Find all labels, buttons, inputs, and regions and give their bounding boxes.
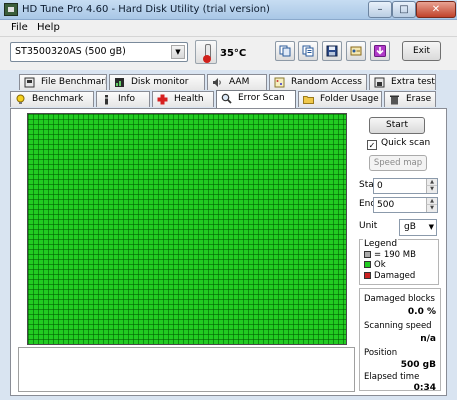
legend-swatch-ok <box>364 261 371 268</box>
legend-item: = 190 MB <box>364 250 416 260</box>
spin-up-icon[interactable]: ▲ <box>426 198 437 205</box>
position-label: Position <box>364 348 398 358</box>
lightbulb-icon <box>16 94 25 104</box>
chevron-down-icon: ▼ <box>171 45 185 59</box>
tab-file-benchmark[interactable]: File Benchmark <box>19 74 107 90</box>
toolbar: ST3500320AS (500 gB) ▼ 35°C Exit <box>0 37 457 70</box>
start-scan-button[interactable]: Start <box>369 117 425 134</box>
copy-button[interactable] <box>275 41 295 61</box>
legend-item: Damaged <box>364 271 415 281</box>
spin-up-icon[interactable]: ▲ <box>426 179 437 186</box>
scan-log-box <box>18 347 355 392</box>
tab-health[interactable]: Health <box>152 91 214 107</box>
legend-title: Legend <box>363 239 399 249</box>
block-map-grid <box>27 113 347 345</box>
scan-stats: Damaged blocks 0.0 % Scanning speed n/a … <box>359 288 441 393</box>
spin-down-icon[interactable]: ▼ <box>426 205 437 212</box>
elapsed-time-label: Elapsed time <box>364 372 420 382</box>
start-field-value: 0 <box>377 181 383 191</box>
save-button[interactable] <box>322 41 342 61</box>
menu-help[interactable]: Help <box>37 22 60 33</box>
tab-erase[interactable]: Erase <box>384 91 436 107</box>
tab-aam[interactable]: AAM <box>207 74 267 90</box>
chevron-down-icon: ▼ <box>428 223 434 231</box>
speaker-icon <box>213 78 221 87</box>
extra-tests-icon <box>374 77 385 88</box>
minimize-button[interactable]: – <box>368 1 392 18</box>
damaged-blocks-label: Damaged blocks <box>364 294 435 304</box>
close-button[interactable]: ✕ <box>416 1 456 18</box>
thermometer-icon <box>195 40 217 64</box>
download-button[interactable] <box>370 41 390 61</box>
tab-folder-usage[interactable]: Folder Usage <box>298 91 382 107</box>
start-field[interactable]: 0 ▲ ▼ <box>373 178 438 194</box>
unit-select-value: gB <box>404 222 416 232</box>
tab-random-access[interactable]: Random Access <box>269 74 367 90</box>
scan-controls: Start ✓ Quick scan Speed map Start 0 ▲ ▼… <box>357 113 443 393</box>
magnifier-icon <box>221 93 232 104</box>
copy-text-button[interactable] <box>298 41 318 61</box>
scanning-speed-value: n/a <box>420 334 436 344</box>
menu-file[interactable]: File <box>11 22 28 33</box>
elapsed-time-value: 0:34 <box>413 383 436 393</box>
download-icon <box>374 45 386 57</box>
quick-scan-checkbox[interactable]: ✓ <box>367 140 377 150</box>
trash-icon <box>390 95 399 105</box>
file-benchmark-icon <box>24 77 35 88</box>
end-field[interactable]: 500 ▲ ▼ <box>373 197 438 213</box>
drive-select-value: ST3500320AS (500 gB) <box>15 46 126 57</box>
options-button[interactable] <box>346 41 366 61</box>
spin-down-icon[interactable]: ▼ <box>426 186 437 193</box>
unit-select[interactable]: gB ▼ <box>399 219 437 236</box>
tab-error-scan[interactable]: Error Scan <box>216 90 296 108</box>
info-icon <box>105 95 108 105</box>
maximize-button[interactable]: □ <box>392 1 416 18</box>
speed-map-button[interactable]: Speed map <box>369 155 427 171</box>
options-icon <box>350 46 362 56</box>
position-value: 500 gB <box>400 360 436 370</box>
end-field-value: 500 <box>377 200 395 210</box>
copy-text-icon <box>302 45 314 57</box>
save-icon <box>326 45 338 57</box>
random-access-icon <box>274 77 285 88</box>
window-title: HD Tune Pro 4.60 - Hard Disk Utility (tr… <box>22 4 270 15</box>
tab-benchmark[interactable]: Benchmark <box>10 91 94 107</box>
unit-label: Unit <box>359 221 378 231</box>
title-bar: HD Tune Pro 4.60 - Hard Disk Utility (tr… <box>0 0 457 20</box>
legend-box: Legend = 190 MB Ok Damaged <box>359 239 439 285</box>
legend-swatch-block <box>364 251 371 258</box>
temperature-readout: 35°C <box>220 48 247 59</box>
tab-strip: File Benchmark Disk monitor AAM Random A… <box>10 74 436 108</box>
disk-monitor-icon <box>115 78 124 87</box>
folder-icon <box>303 96 314 104</box>
quick-scan-label: Quick scan <box>381 138 431 148</box>
legend-swatch-damaged <box>364 272 371 279</box>
damaged-blocks-value: 0.0 % <box>407 307 436 317</box>
exit-button[interactable]: Exit <box>402 41 441 61</box>
menu-bar: File Help <box>0 20 457 37</box>
app-icon <box>4 3 18 16</box>
check-mark-icon: ✓ <box>368 141 376 150</box>
scanning-speed-label: Scanning speed <box>364 321 432 331</box>
error-scan-panel: Start ✓ Quick scan Speed map Start 0 ▲ ▼… <box>10 108 447 396</box>
health-cross-icon <box>157 94 168 105</box>
tab-disk-monitor[interactable]: Disk monitor <box>109 74 205 90</box>
copy-icon <box>279 45 291 57</box>
legend-item: Ok <box>364 260 386 270</box>
tab-info[interactable]: Info <box>96 91 150 107</box>
drive-select[interactable]: ST3500320AS (500 gB) ▼ <box>10 42 188 62</box>
tab-extra-tests[interactable]: Extra tests <box>369 74 436 90</box>
